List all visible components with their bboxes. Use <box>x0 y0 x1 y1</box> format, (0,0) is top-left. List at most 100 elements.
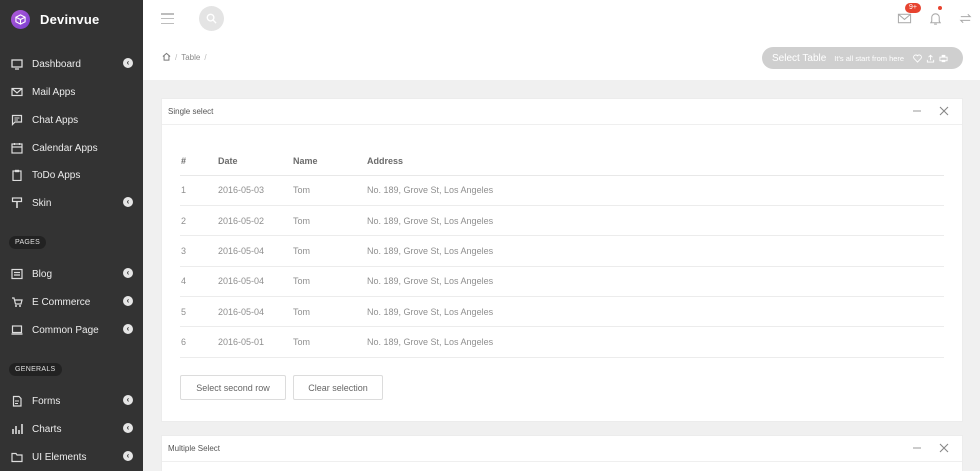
bell-icon[interactable] <box>928 11 944 27</box>
table-row[interactable]: 6 2016-05-01 Tom No. 189, Grove St, Los … <box>180 326 944 358</box>
monitor-icon <box>11 58 23 70</box>
list-icon <box>11 268 23 280</box>
column-header-index: # <box>180 148 217 176</box>
sidebar-item-forms[interactable]: Forms ‹ <box>0 389 143 413</box>
cell-name: Tom <box>292 296 366 328</box>
cell-address: No. 189, Grove St, Los Angeles <box>366 326 944 358</box>
sidebar-item-label: UI Elements <box>32 451 87 463</box>
search-button[interactable] <box>199 6 224 31</box>
home-icon[interactable] <box>162 52 171 63</box>
search-icon <box>206 13 217 24</box>
heart-icon[interactable] <box>912 53 922 63</box>
sidebar-item-label: Mail Apps <box>32 86 76 98</box>
bar-chart-icon <box>11 423 23 435</box>
chevron-left-icon: ‹ <box>123 395 133 405</box>
single-select-table: # Date Name Address 1 2016-05-03 Tom No.… <box>180 148 944 358</box>
chevron-left-icon: ‹ <box>123 324 133 334</box>
select-second-row-button[interactable]: Select second row <box>180 375 286 400</box>
breadcrumb-current[interactable]: Table <box>181 53 200 62</box>
cell-address: No. 189, Grove St, Los Angeles <box>366 235 944 267</box>
cell-name: Tom <box>292 175 366 206</box>
clipboard-icon <box>11 169 23 181</box>
table-row[interactable]: 1 2016-05-03 Tom No. 189, Grove St, Los … <box>180 175 944 206</box>
section-label-generals: GENERALS <box>9 363 62 376</box>
switch-arrows-icon[interactable] <box>958 11 974 27</box>
cell-date: 2016-05-04 <box>217 235 292 267</box>
table-header-row: # Date Name Address <box>180 148 944 176</box>
cell-index: 6 <box>180 326 217 358</box>
sidebar-item-mail-apps[interactable]: Mail Apps <box>0 80 143 104</box>
top-header: 9+ <box>143 0 980 38</box>
sidebar-item-label: Dashboard <box>32 58 81 70</box>
page-subtitle: It's all start from here <box>834 53 905 63</box>
sidebar-item-dashboard[interactable]: Dashboard ‹ <box>0 52 143 76</box>
sidebar-item-todo-apps[interactable]: ToDo Apps <box>0 163 143 187</box>
card-title: Single select <box>168 107 214 116</box>
sidebar-item-e-commerce[interactable]: E Commerce ‹ <box>0 290 143 314</box>
cell-index: 1 <box>180 175 217 206</box>
sidebar-item-ui-elements[interactable]: UI Elements ‹ <box>0 445 143 469</box>
sidebar-item-chat-apps[interactable]: Chat Apps <box>0 108 143 132</box>
cell-name: Tom <box>292 205 366 237</box>
table-row[interactable]: 4 2016-05-04 Tom No. 189, Grove St, Los … <box>180 266 944 298</box>
sidebar-item-label: Chat Apps <box>32 114 79 126</box>
cart-icon <box>11 296 23 308</box>
column-header-address: Address <box>366 148 944 176</box>
close-icon[interactable] <box>939 443 949 453</box>
sidebar-item-label: ToDo Apps <box>32 169 81 181</box>
column-header-date: Date <box>217 148 292 176</box>
calendar-icon <box>11 142 23 154</box>
chevron-left-icon: ‹ <box>123 197 133 207</box>
minimize-icon[interactable] <box>912 443 922 453</box>
hamburger-menu-icon[interactable] <box>161 13 174 24</box>
column-header-name: Name <box>292 148 366 176</box>
card-header: Single select <box>162 99 962 125</box>
cell-index: 5 <box>180 296 217 328</box>
mail-icon <box>11 86 23 98</box>
folder-icon <box>11 451 23 463</box>
sidebar-item-label: Common Page <box>32 324 99 336</box>
table-row[interactable]: 3 2016-05-04 Tom No. 189, Grove St, Los … <box>180 235 944 267</box>
notification-badge: 9+ <box>905 3 921 13</box>
sidebar-item-charts[interactable]: Charts ‹ <box>0 417 143 441</box>
cell-index: 3 <box>180 235 217 267</box>
print-icon[interactable] <box>938 53 948 63</box>
cell-address: No. 189, Grove St, Los Angeles <box>366 175 944 206</box>
sidebar-item-calendar-apps[interactable]: Calendar Apps <box>0 136 143 160</box>
cell-name: Tom <box>292 326 366 358</box>
mail-notification-icon[interactable] <box>897 11 913 27</box>
sidebar-item-label: Blog <box>32 268 53 280</box>
breadcrumb: / Table / <box>162 52 211 63</box>
page-title-pill: Select Table It's all start from here <box>762 47 963 69</box>
brand[interactable]: Devinvue <box>0 0 143 38</box>
chat-icon <box>11 114 23 126</box>
minimize-icon[interactable] <box>912 106 922 116</box>
card-title: Multiple Select <box>168 444 221 453</box>
single-select-card: Single select # Date Name Address 1 2016… <box>161 98 963 422</box>
chevron-left-icon: ‹ <box>123 268 133 278</box>
cell-address: No. 189, Grove St, Los Angeles <box>366 205 944 237</box>
chevron-left-icon: ‹ <box>123 296 133 306</box>
cell-address: No. 189, Grove St, Los Angeles <box>366 266 944 298</box>
sidebar-item-label: Charts <box>32 423 62 435</box>
upload-icon[interactable] <box>925 53 935 63</box>
sidebar-item-skin[interactable]: Skin ‹ <box>0 191 143 215</box>
table-row[interactable]: 5 2016-05-04 Tom No. 189, Grove St, Los … <box>180 296 944 328</box>
cell-date: 2016-05-01 <box>217 326 292 358</box>
breadcrumb-bar: / Table / Select Table It's all start fr… <box>143 38 980 80</box>
close-icon[interactable] <box>939 106 949 116</box>
alert-dot <box>938 6 942 10</box>
sidebar-item-label: E Commerce <box>32 296 91 308</box>
clear-selection-button[interactable]: Clear selection <box>293 375 383 400</box>
chevron-left-icon: ‹ <box>123 451 133 461</box>
table-row[interactable]: 2 2016-05-02 Tom No. 189, Grove St, Los … <box>180 205 944 237</box>
sidebar-item-blog[interactable]: Blog ‹ <box>0 262 143 286</box>
cell-name: Tom <box>292 266 366 298</box>
multiple-select-card: Multiple Select <box>161 435 963 471</box>
breadcrumb-separator: / <box>175 53 178 62</box>
page-title: Select Table <box>772 52 827 64</box>
card-header: Multiple Select <box>162 436 962 462</box>
cell-date: 2016-05-04 <box>217 296 292 328</box>
sidebar-item-common-page[interactable]: Common Page ‹ <box>0 318 143 342</box>
sidebar-item-label: Skin <box>32 197 52 209</box>
